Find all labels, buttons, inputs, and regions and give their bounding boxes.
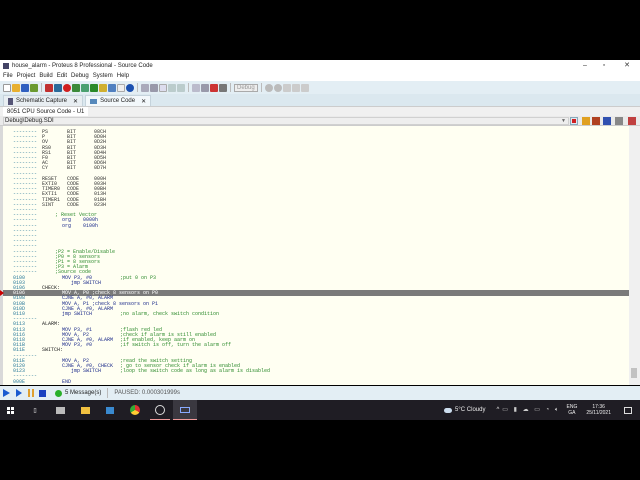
source-file-path: Debug\Debug.SDI	[5, 117, 54, 124]
save-icon[interactable]	[21, 83, 29, 92]
weather-text[interactable]: 5°C Cloudy	[455, 407, 485, 413]
chrome-icon[interactable]	[125, 400, 145, 420]
run-to-cursor-icon[interactable]	[628, 117, 636, 125]
schematic-icon	[8, 97, 13, 105]
path-bar: Debug\Debug.SDI ▼	[0, 116, 640, 126]
design-explorer-icon[interactable]	[99, 83, 107, 92]
tab-bar: Schematic Capture ✕ Source Code ✕	[0, 94, 640, 106]
remote-desktop-icon[interactable]	[100, 400, 120, 420]
step-button[interactable]	[16, 389, 22, 397]
clean-icon[interactable]	[210, 83, 218, 92]
menu-project[interactable]: Project	[17, 73, 36, 79]
undo-icon[interactable]	[264, 83, 273, 92]
scrollbar-thumb[interactable]	[631, 368, 637, 378]
source-code-icon	[90, 98, 98, 104]
build-config-select[interactable]: Debug	[234, 83, 258, 92]
menu-help[interactable]: Help	[117, 73, 129, 79]
file-explorer-icon[interactable]	[75, 400, 95, 420]
settings-icon[interactable]	[219, 83, 227, 92]
close-project-icon[interactable]	[30, 83, 38, 92]
close-tab-icon[interactable]: ✕	[141, 98, 146, 105]
source-code-icon[interactable]	[108, 83, 116, 92]
start-button[interactable]	[0, 400, 20, 420]
code-line[interactable]: 000E END	[3, 379, 629, 385]
task-view-icon[interactable]: ▯	[25, 400, 45, 420]
line-address: 000E	[13, 378, 26, 385]
menu-debug[interactable]: Debug	[71, 73, 89, 79]
rebuild-icon[interactable]	[201, 83, 209, 92]
new-source-icon[interactable]	[159, 83, 167, 92]
menu-edit[interactable]: Edit	[57, 73, 67, 79]
copy-icon[interactable]	[291, 83, 300, 92]
app-icon	[3, 62, 9, 69]
tab-label: Source Code	[100, 98, 136, 104]
tray-icons[interactable]: ▭ ▮ ☁ ▭ ◔ 🔈︎	[502, 406, 560, 414]
remove-icon[interactable]	[150, 83, 158, 92]
build-icon[interactable]	[192, 83, 200, 92]
redo-icon[interactable]	[273, 83, 282, 92]
bom-icon[interactable]	[90, 83, 98, 92]
help-icon[interactable]	[126, 83, 134, 92]
tab-source-code[interactable]: Source Code ✕	[85, 95, 152, 106]
messages-ok-icon	[55, 389, 62, 397]
instruction: END	[62, 378, 72, 385]
new-file-icon[interactable]	[3, 83, 11, 92]
gerber-icon[interactable]	[72, 83, 80, 92]
play-button[interactable]	[3, 389, 10, 397]
messages-count[interactable]: 5 Message(s)	[65, 390, 101, 396]
step-out-icon[interactable]	[615, 117, 623, 125]
add-icon[interactable]	[141, 83, 149, 92]
source-panel-header: 8051 CPU Source Code - U1	[0, 106, 640, 117]
language-indicator[interactable]: ENG GA	[567, 404, 578, 416]
stop-button[interactable]	[39, 389, 46, 397]
menu-file[interactable]: File	[3, 73, 13, 79]
open-folder-icon[interactable]	[12, 83, 20, 92]
proteus-icon[interactable]	[173, 400, 197, 420]
add-source-icon[interactable]	[168, 83, 176, 92]
maximize-button[interactable]: ▫	[593, 60, 615, 71]
step-over-icon[interactable]	[592, 117, 600, 125]
toggle-breakpoint-icon[interactable]	[570, 117, 578, 125]
clock[interactable]: 17:36 25/11/2021	[586, 404, 611, 416]
obs-icon[interactable]	[150, 400, 170, 420]
step-into-icon[interactable]	[603, 117, 611, 125]
tab-schematic-capture[interactable]: Schematic Capture ✕	[3, 95, 84, 106]
notes-icon[interactable]	[117, 83, 125, 92]
cut-icon[interactable]	[282, 83, 291, 92]
source-file-select[interactable]: Debug\Debug.SDI ▼	[3, 116, 569, 125]
pause-button[interactable]	[28, 389, 34, 397]
chevron-up-icon[interactable]: ^	[496, 407, 499, 413]
chevron-down-icon: ▼	[561, 117, 566, 124]
simulation-state: PAUSED: 0.000301999s	[114, 390, 180, 396]
schematic-icon[interactable]	[54, 83, 62, 92]
pcb-icon[interactable]	[63, 83, 71, 92]
app-icon-explorer-alt[interactable]	[50, 400, 70, 420]
close-tab-icon[interactable]: ✕	[73, 98, 78, 105]
remove-source-icon[interactable]	[177, 83, 185, 92]
status-bar: 5 Message(s) PAUSED: 0.000301999s	[0, 386, 640, 400]
menu-build[interactable]: Build	[39, 73, 52, 79]
title-bar: house_alarm - Proteus 8 Professional - S…	[0, 60, 640, 71]
notifications-icon[interactable]	[624, 406, 632, 414]
source-code-editor[interactable]: -------- PS BIT 08CH -------- P BIT 0D0H -------…	[0, 126, 640, 385]
taskbar: ▯ 5°C Cloudy ^ ▭ ▮ ☁ ▭ ◔ 🔈︎ ENG GA 17:36 2…	[0, 400, 640, 420]
home-icon[interactable]	[45, 83, 53, 92]
close-button[interactable]: ✕	[616, 60, 638, 71]
menu-bar: File Project Build Edit Debug System Hel…	[0, 71, 640, 81]
toolbar: Debug	[0, 81, 640, 94]
vertical-scrollbar[interactable]	[629, 126, 640, 385]
menu-system[interactable]: System	[93, 73, 113, 79]
enable-breakpoint-icon[interactable]	[582, 117, 590, 125]
window-title: house_alarm - Proteus 8 Professional - S…	[12, 62, 153, 69]
paste-icon[interactable]	[300, 83, 309, 92]
3d-view-icon[interactable]	[81, 83, 89, 92]
cloud-icon	[444, 407, 453, 413]
tab-label: Schematic Capture	[16, 98, 68, 104]
